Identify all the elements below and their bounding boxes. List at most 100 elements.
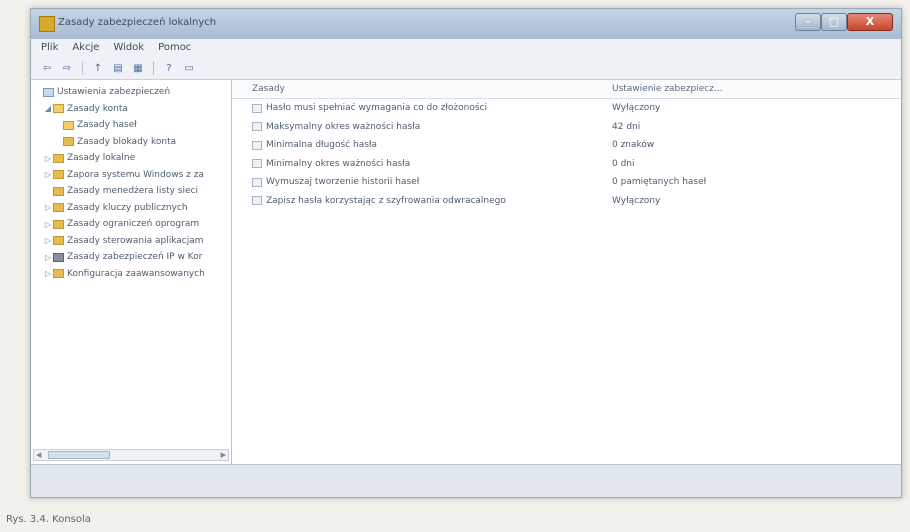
policy-row[interactable]: Zapisz hasła korzystając z szyfrowania o… (232, 192, 901, 211)
tree-item-label: Zapora systemu Windows z za (67, 169, 204, 180)
tree-item[interactable]: ▷ Zasady kluczy publicznych (31, 200, 231, 217)
policy-name: Wymuszaj tworzenie historii haseł (266, 177, 420, 188)
folder-icon (63, 137, 74, 147)
folder-icon (53, 186, 64, 196)
menu-actions[interactable]: Akcje (72, 39, 99, 57)
scrollbar-thumb[interactable] (48, 451, 110, 459)
tree-item[interactable]: ▷ Konfiguracja zaawansowanych (31, 266, 231, 283)
policy-row[interactable]: Minimalny okres ważności hasła 0 dni (232, 155, 901, 174)
tree-item[interactable]: ▷ Zasady ograniczeń oprogram (31, 216, 231, 233)
navigation-tree: Ustawienia zabezpieczeń ◢ Zasady konta Zasa… (31, 80, 232, 465)
policy-row[interactable]: Maksymalny okres ważności hasła 42 dni (232, 118, 901, 137)
forward-arrow-icon[interactable]: ⇨ (59, 61, 75, 75)
window-title: Zasady zabezpieczeń lokalnych (58, 17, 217, 28)
tree-item[interactable]: Ustawienia zabezpieczeń (31, 84, 231, 101)
policy-cell: Maksymalny okres ważności hasła (232, 122, 602, 132)
tree-item-label: Zasady haseł (77, 120, 137, 131)
toolbar: ⇦ ⇨ ↑ ▤ ▦ ? ▭ (31, 57, 901, 80)
security-policy-window: Zasady zabezpieczeń lokalnych – □ X Plik… (30, 8, 902, 498)
policy-cell: Wymuszaj tworzenie historii haseł (232, 177, 602, 187)
folder-icon (63, 120, 74, 130)
shield-icon (53, 252, 64, 262)
back-arrow-icon[interactable]: ⇦ (39, 61, 55, 75)
tree-item-label: Zasady konta (67, 103, 128, 114)
tree-item[interactable]: ◢ Zasady konta (31, 101, 231, 118)
mmc-pane-icon[interactable]: ▭ (181, 61, 197, 75)
policy-setting: 0 pamiętanych haseł (612, 177, 707, 188)
tree-item-label: Zasady blokady konta (77, 136, 177, 147)
policy-icon (252, 196, 262, 206)
policy-name: Minimalny okres ważności hasła (266, 158, 411, 169)
status-bar (31, 464, 901, 497)
maximize-button[interactable]: □ (821, 13, 847, 31)
policy-icon (252, 122, 262, 132)
policy-cell: Minimalny okres ważności hasła (232, 159, 602, 169)
tree-item-label: Ustawienia zabezpieczeń (57, 87, 171, 98)
folder-icon (53, 153, 64, 163)
policy-setting: Wyłączony (612, 103, 661, 114)
tree-item-label: Zasady ograniczeń oprogram (67, 219, 200, 230)
policy-name: Hasło musi spełniać wymagania co do złoż… (266, 103, 487, 114)
up-folder-icon[interactable]: ↑ (90, 61, 106, 75)
export-list-icon[interactable]: ▦ (130, 61, 146, 75)
title-bar[interactable]: Zasady zabezpieczeń lokalnych – □ X (31, 9, 901, 39)
policy-icon (252, 140, 262, 150)
minimize-button[interactable]: – (795, 13, 821, 31)
menu-bar: Plik Akcje Widok Pomoc (31, 39, 901, 57)
column-header-policy[interactable]: Zasady (232, 80, 602, 98)
folder-icon (53, 104, 64, 114)
policy-setting: Wyłączony (612, 195, 661, 206)
policy-list: Zasady Ustawienie zabezpiecz... Hasło mu… (232, 80, 901, 465)
scroll-right-arrow-icon[interactable]: ▶ (221, 450, 226, 460)
tree-expander-icon[interactable]: ▷ (43, 236, 53, 245)
tree-expander-icon[interactable]: ▷ (43, 154, 53, 163)
tree-item-label: Zasady menedżera listy sieci (67, 186, 198, 197)
policy-name: Zapisz hasła korzystając z szyfrowania o… (266, 195, 506, 206)
tree-expander-icon[interactable]: ▷ (43, 203, 53, 212)
tree-item-label: Zasady zabezpieczeń IP w Kor (67, 252, 203, 263)
app-icon (39, 16, 55, 32)
tree-expander-icon[interactable]: ▷ (43, 170, 53, 179)
help-icon[interactable]: ? (161, 61, 177, 75)
policy-cell: Zapisz hasła korzystając z szyfrowania o… (232, 196, 602, 206)
close-button[interactable]: X (847, 13, 893, 31)
tree-item[interactable]: Zasady menedżera listy sieci (31, 183, 231, 200)
policy-cell: Hasło musi spełniać wymagania co do złoż… (232, 103, 602, 113)
folder-icon (53, 219, 64, 229)
policy-row[interactable]: Wymuszaj tworzenie historii haseł 0 pamię… (232, 173, 901, 192)
folder-icon (53, 269, 64, 279)
scroll-left-arrow-icon[interactable]: ◀ (36, 450, 41, 460)
tree-horizontal-scrollbar[interactable]: ◀ ▶ (33, 449, 229, 461)
tree-item[interactable]: ▷ Zapora systemu Windows z za (31, 167, 231, 184)
policy-name: Minimalna długość hasła (266, 140, 378, 151)
tree-item[interactable]: ▷ Zasady sterowania aplikacjam (31, 233, 231, 250)
show-hide-tree-icon[interactable]: ▤ (110, 61, 126, 75)
tree-item-label: Zasady sterowania aplikacjam (67, 235, 204, 246)
policy-setting: 0 dni (612, 158, 635, 169)
policy-setting: 42 dni (612, 121, 641, 132)
menu-file[interactable]: Plik (41, 39, 58, 57)
column-header-setting[interactable]: Ustawienie zabezpiecz... (602, 80, 901, 98)
menu-help[interactable]: Pomoc (158, 39, 191, 57)
tree-expander-icon[interactable]: ▷ (43, 253, 53, 262)
folder-icon (53, 203, 64, 213)
tree-item[interactable]: ▷ Zasady zabezpieczeń IP w Kor (31, 249, 231, 266)
tree-item[interactable]: Zasady haseł (31, 117, 231, 134)
tree-item-label: Zasady kluczy publicznych (67, 202, 188, 213)
policy-row[interactable]: Hasło musi spełniać wymagania co do złoż… (232, 99, 901, 118)
console-content: Ustawienia zabezpieczeń ◢ Zasady konta Zasa… (31, 80, 901, 465)
policy-icon (252, 159, 262, 169)
computer-icon (43, 87, 54, 97)
tree-item[interactable]: Zasady blokady konta (31, 134, 231, 151)
policy-name: Maksymalny okres ważności hasła (266, 121, 421, 132)
policy-row[interactable]: Minimalna długość hasła 0 znaków (232, 136, 901, 155)
tree-expander-icon[interactable]: ▷ (43, 220, 53, 229)
toolbar-separator (82, 61, 83, 75)
tree-expander-icon[interactable]: ◢ (43, 104, 53, 113)
folder-icon (53, 236, 64, 246)
folder-icon (53, 170, 64, 180)
figure-caption: Rys. 3.4. Konsola (6, 514, 91, 525)
menu-view[interactable]: Widok (113, 39, 144, 57)
tree-item[interactable]: ▷ Zasady lokalne (31, 150, 231, 167)
tree-expander-icon[interactable]: ▷ (43, 269, 53, 278)
